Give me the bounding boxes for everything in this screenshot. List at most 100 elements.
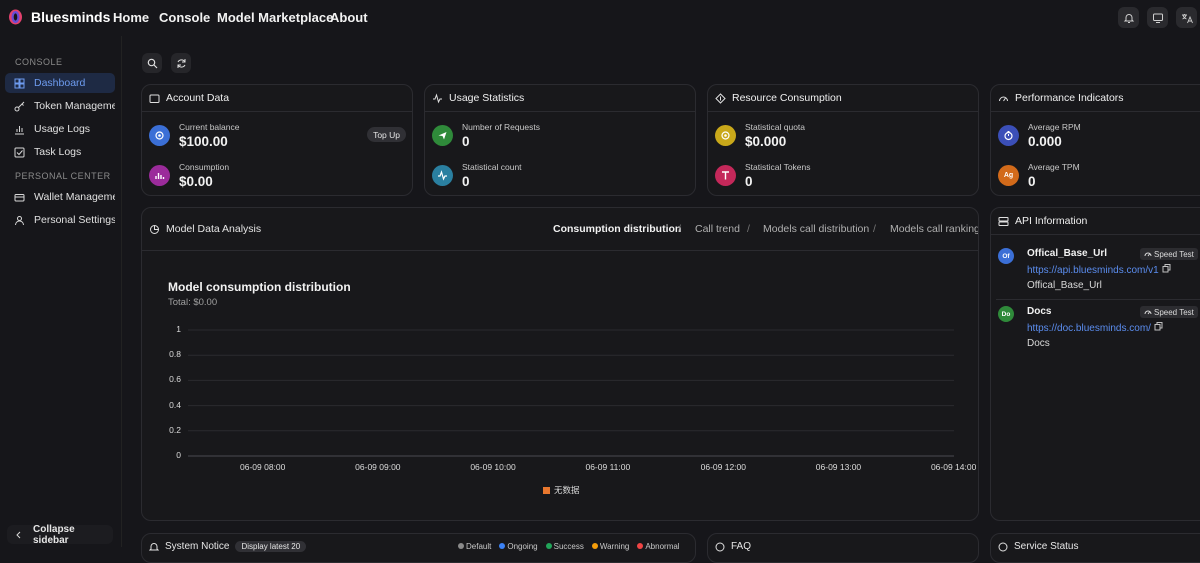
tpm-badge-icon: Ag bbox=[998, 165, 1019, 186]
sidebar-item-usage-logs[interactable]: Usage Logs bbox=[5, 119, 115, 139]
sidebar-item-wallet-management[interactable]: Wallet Management bbox=[5, 187, 115, 207]
search-icon bbox=[147, 58, 157, 68]
bell-icon bbox=[1123, 13, 1134, 23]
key-icon bbox=[14, 101, 25, 111]
y-tick-label: 1 bbox=[176, 324, 181, 334]
sidebar-item-dashboard[interactable]: Dashboard bbox=[5, 73, 115, 93]
sidebar: CONSOLE Dashboard Token Management Usage… bbox=[0, 36, 122, 547]
model-data-analysis-card: Model Data Analysis Consumption distribu… bbox=[141, 207, 979, 521]
top-navbar: Bluesminds Home Console Model Marketplac… bbox=[0, 0, 1200, 36]
refresh-icon bbox=[177, 58, 185, 68]
faq-card: FAQ bbox=[707, 533, 979, 563]
consumption-value: $0.00 bbox=[179, 174, 213, 189]
sidebar-item-label: Usage Logs bbox=[34, 123, 91, 135]
translate-icon bbox=[1181, 13, 1193, 23]
card-title: Usage Statistics bbox=[449, 92, 525, 104]
task-check-icon bbox=[14, 147, 25, 157]
resource-consumption-card: Resource Consumption Statistical quota $… bbox=[707, 84, 979, 196]
api-desc: Offical_Base_Url bbox=[1027, 280, 1102, 291]
y-tick-label: 0.4 bbox=[169, 399, 181, 410]
usage-statistics-card: Usage Statistics Number of Requests 0 St… bbox=[424, 84, 696, 196]
sidebar-item-label: Token Management bbox=[34, 100, 115, 112]
sidebar-item-label: Dashboard bbox=[34, 77, 86, 89]
language-button[interactable] bbox=[1176, 7, 1197, 28]
nav-about[interactable]: About bbox=[330, 10, 368, 25]
x-tick-label: 06-09 14:00 bbox=[930, 462, 977, 472]
api-url-link[interactable]: https://doc.bluesminds.com/ bbox=[1027, 322, 1163, 334]
pulse-icon bbox=[432, 165, 453, 186]
send-icon bbox=[432, 125, 453, 146]
grid-icon bbox=[14, 78, 25, 88]
service-status-card: Service Status bbox=[990, 533, 1200, 563]
legend-dot bbox=[591, 543, 598, 549]
card-title: API Information bbox=[1015, 215, 1088, 227]
activity-icon bbox=[433, 92, 442, 103]
speed-test-button[interactable]: Speed Test bbox=[1140, 306, 1198, 318]
wallet-icon bbox=[14, 193, 25, 201]
speed-test-button[interactable]: Speed Test bbox=[1140, 248, 1198, 260]
monitor-icon bbox=[1152, 13, 1163, 23]
api-item-docs: Do Docs Speed Test https://doc.bluesmind… bbox=[991, 300, 1198, 358]
tpm-value: 0 bbox=[1028, 174, 1036, 189]
quota-value: $0.000 bbox=[745, 134, 787, 149]
y-tick-label: 0 bbox=[176, 450, 181, 460]
card-title: Account Data bbox=[166, 92, 230, 104]
gauge-icon bbox=[999, 96, 1008, 101]
wallet-icon bbox=[149, 94, 160, 103]
text-token-icon bbox=[715, 165, 736, 186]
api-desc: Docs bbox=[1027, 338, 1050, 349]
copy-icon[interactable] bbox=[1162, 264, 1171, 273]
speed-gauge-icon bbox=[1144, 310, 1152, 315]
top-up-button[interactable]: Top Up bbox=[367, 127, 406, 142]
x-tick-label: 06-09 13:00 bbox=[815, 462, 862, 472]
chart-legend[interactable]: 无数据 bbox=[543, 484, 580, 496]
requests-label: Number of Requests bbox=[462, 122, 540, 132]
consumption-label: Consumption bbox=[179, 162, 230, 172]
sidebar-section-personal: PERSONAL CENTER bbox=[15, 171, 111, 181]
timer-icon bbox=[998, 125, 1019, 146]
rpm-label: Average RPM bbox=[1028, 122, 1081, 132]
card-title: Resource Consumption bbox=[732, 92, 842, 104]
notification-button[interactable] bbox=[1118, 7, 1139, 28]
x-tick-label: 06-09 11:00 bbox=[585, 462, 631, 472]
performance-indicators-card: Performance Indicators Average RPM 0.000… bbox=[990, 84, 1200, 196]
api-avatar: Do bbox=[998, 306, 1014, 322]
account-data-card: Account Data Current balance $100.00 Top… bbox=[141, 84, 413, 196]
y-tick-label: 0.8 bbox=[169, 349, 181, 360]
sidebar-item-personal-settings[interactable]: Personal Settings bbox=[5, 210, 115, 230]
sidebar-item-label: Personal Settings bbox=[34, 214, 115, 226]
card-title: Performance Indicators bbox=[1015, 92, 1124, 104]
sidebar-item-task-logs[interactable]: Task Logs bbox=[5, 142, 115, 162]
requests-value: 0 bbox=[462, 134, 470, 149]
api-name: Offical_Base_Url bbox=[1027, 248, 1108, 259]
server-icon bbox=[998, 216, 1009, 226]
api-information-card: API Information Of Offical_Base_Url Spee… bbox=[990, 207, 1200, 521]
collapse-sidebar-button[interactable]: Collapse sidebar bbox=[7, 523, 113, 546]
bluesminds-logo-icon[interactable] bbox=[8, 9, 23, 25]
search-button[interactable] bbox=[142, 53, 162, 73]
quota-label: Statistical quota bbox=[745, 122, 806, 132]
brand-name[interactable]: Bluesminds bbox=[31, 9, 110, 25]
legend-dot bbox=[545, 543, 552, 549]
sidebar-item-token-management[interactable]: Token Management bbox=[5, 96, 115, 116]
y-tick-label: 0.2 bbox=[169, 424, 181, 435]
sidebar-section-console: CONSOLE bbox=[15, 57, 63, 67]
speed-gauge-icon bbox=[1144, 252, 1152, 257]
legend-dot bbox=[458, 543, 464, 549]
nav-home[interactable]: Home bbox=[113, 10, 149, 25]
theme-toggle-button[interactable] bbox=[1147, 7, 1168, 28]
balance-value: $100.00 bbox=[179, 134, 228, 149]
nav-model-marketplace[interactable]: Model Marketplace bbox=[217, 10, 333, 25]
zap-icon bbox=[715, 92, 726, 104]
refresh-button[interactable] bbox=[171, 53, 191, 73]
count-value: 0 bbox=[462, 174, 470, 189]
tokens-label: Statistical Tokens bbox=[745, 162, 811, 172]
api-url-link[interactable]: https://api.bluesminds.com/v1 bbox=[1027, 264, 1171, 276]
coin-icon bbox=[715, 125, 736, 146]
x-tick-label: 06-09 12:00 bbox=[700, 462, 746, 472]
balance-icon bbox=[149, 125, 170, 146]
collapse-sidebar-label: Collapse sidebar bbox=[33, 523, 75, 546]
copy-icon[interactable] bbox=[1154, 322, 1163, 331]
api-avatar: Of bbox=[998, 248, 1014, 264]
nav-console[interactable]: Console bbox=[159, 10, 210, 25]
